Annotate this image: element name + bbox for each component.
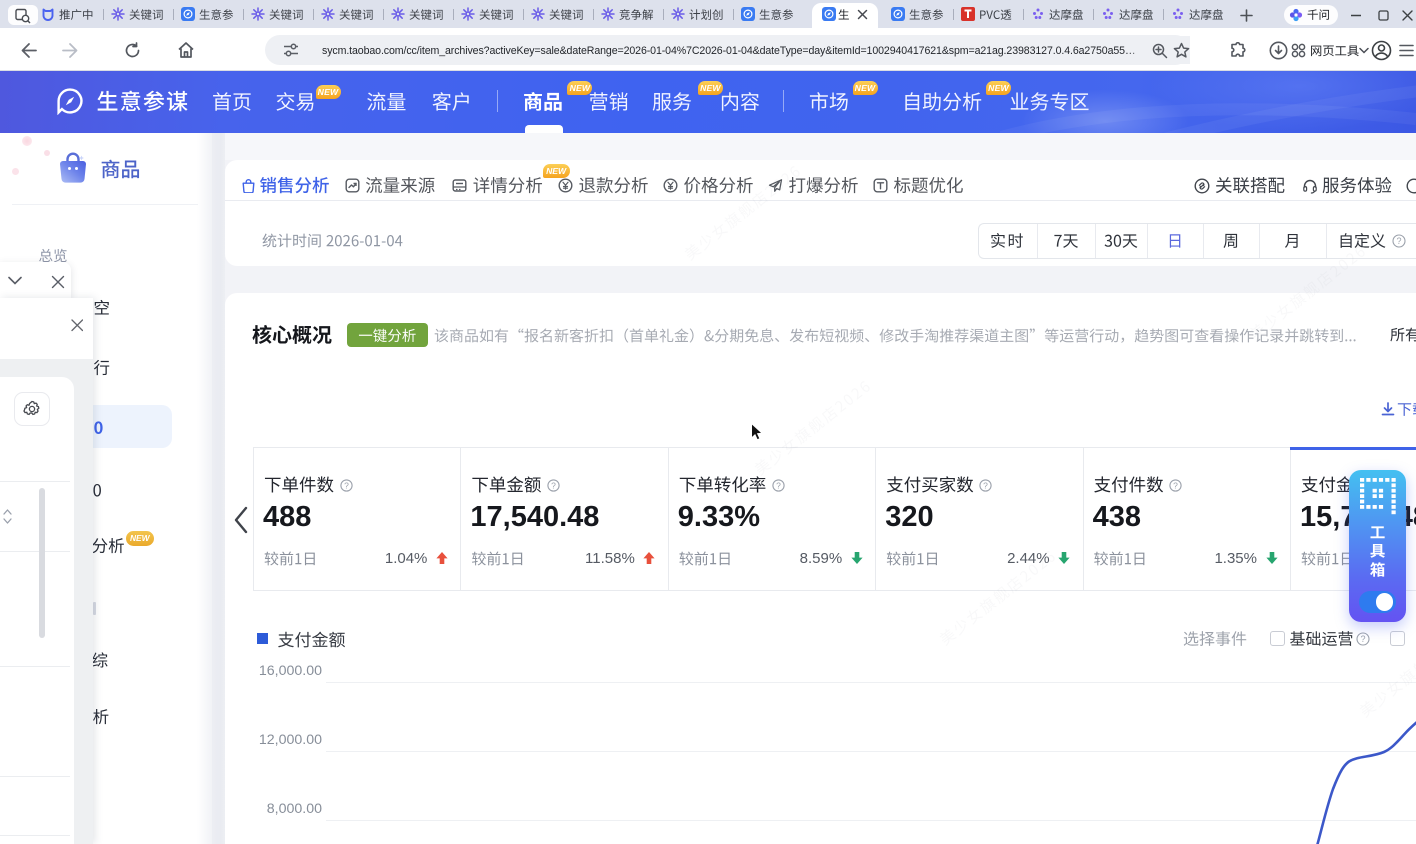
svg-text:?: ? xyxy=(1173,480,1178,490)
svg-text:?: ? xyxy=(551,480,556,490)
svg-text:?: ? xyxy=(344,480,349,490)
svg-text:?: ? xyxy=(776,480,781,490)
svg-text:?: ? xyxy=(1396,236,1401,246)
svg-text:?: ? xyxy=(983,480,988,490)
svg-text:?: ? xyxy=(1360,634,1365,644)
